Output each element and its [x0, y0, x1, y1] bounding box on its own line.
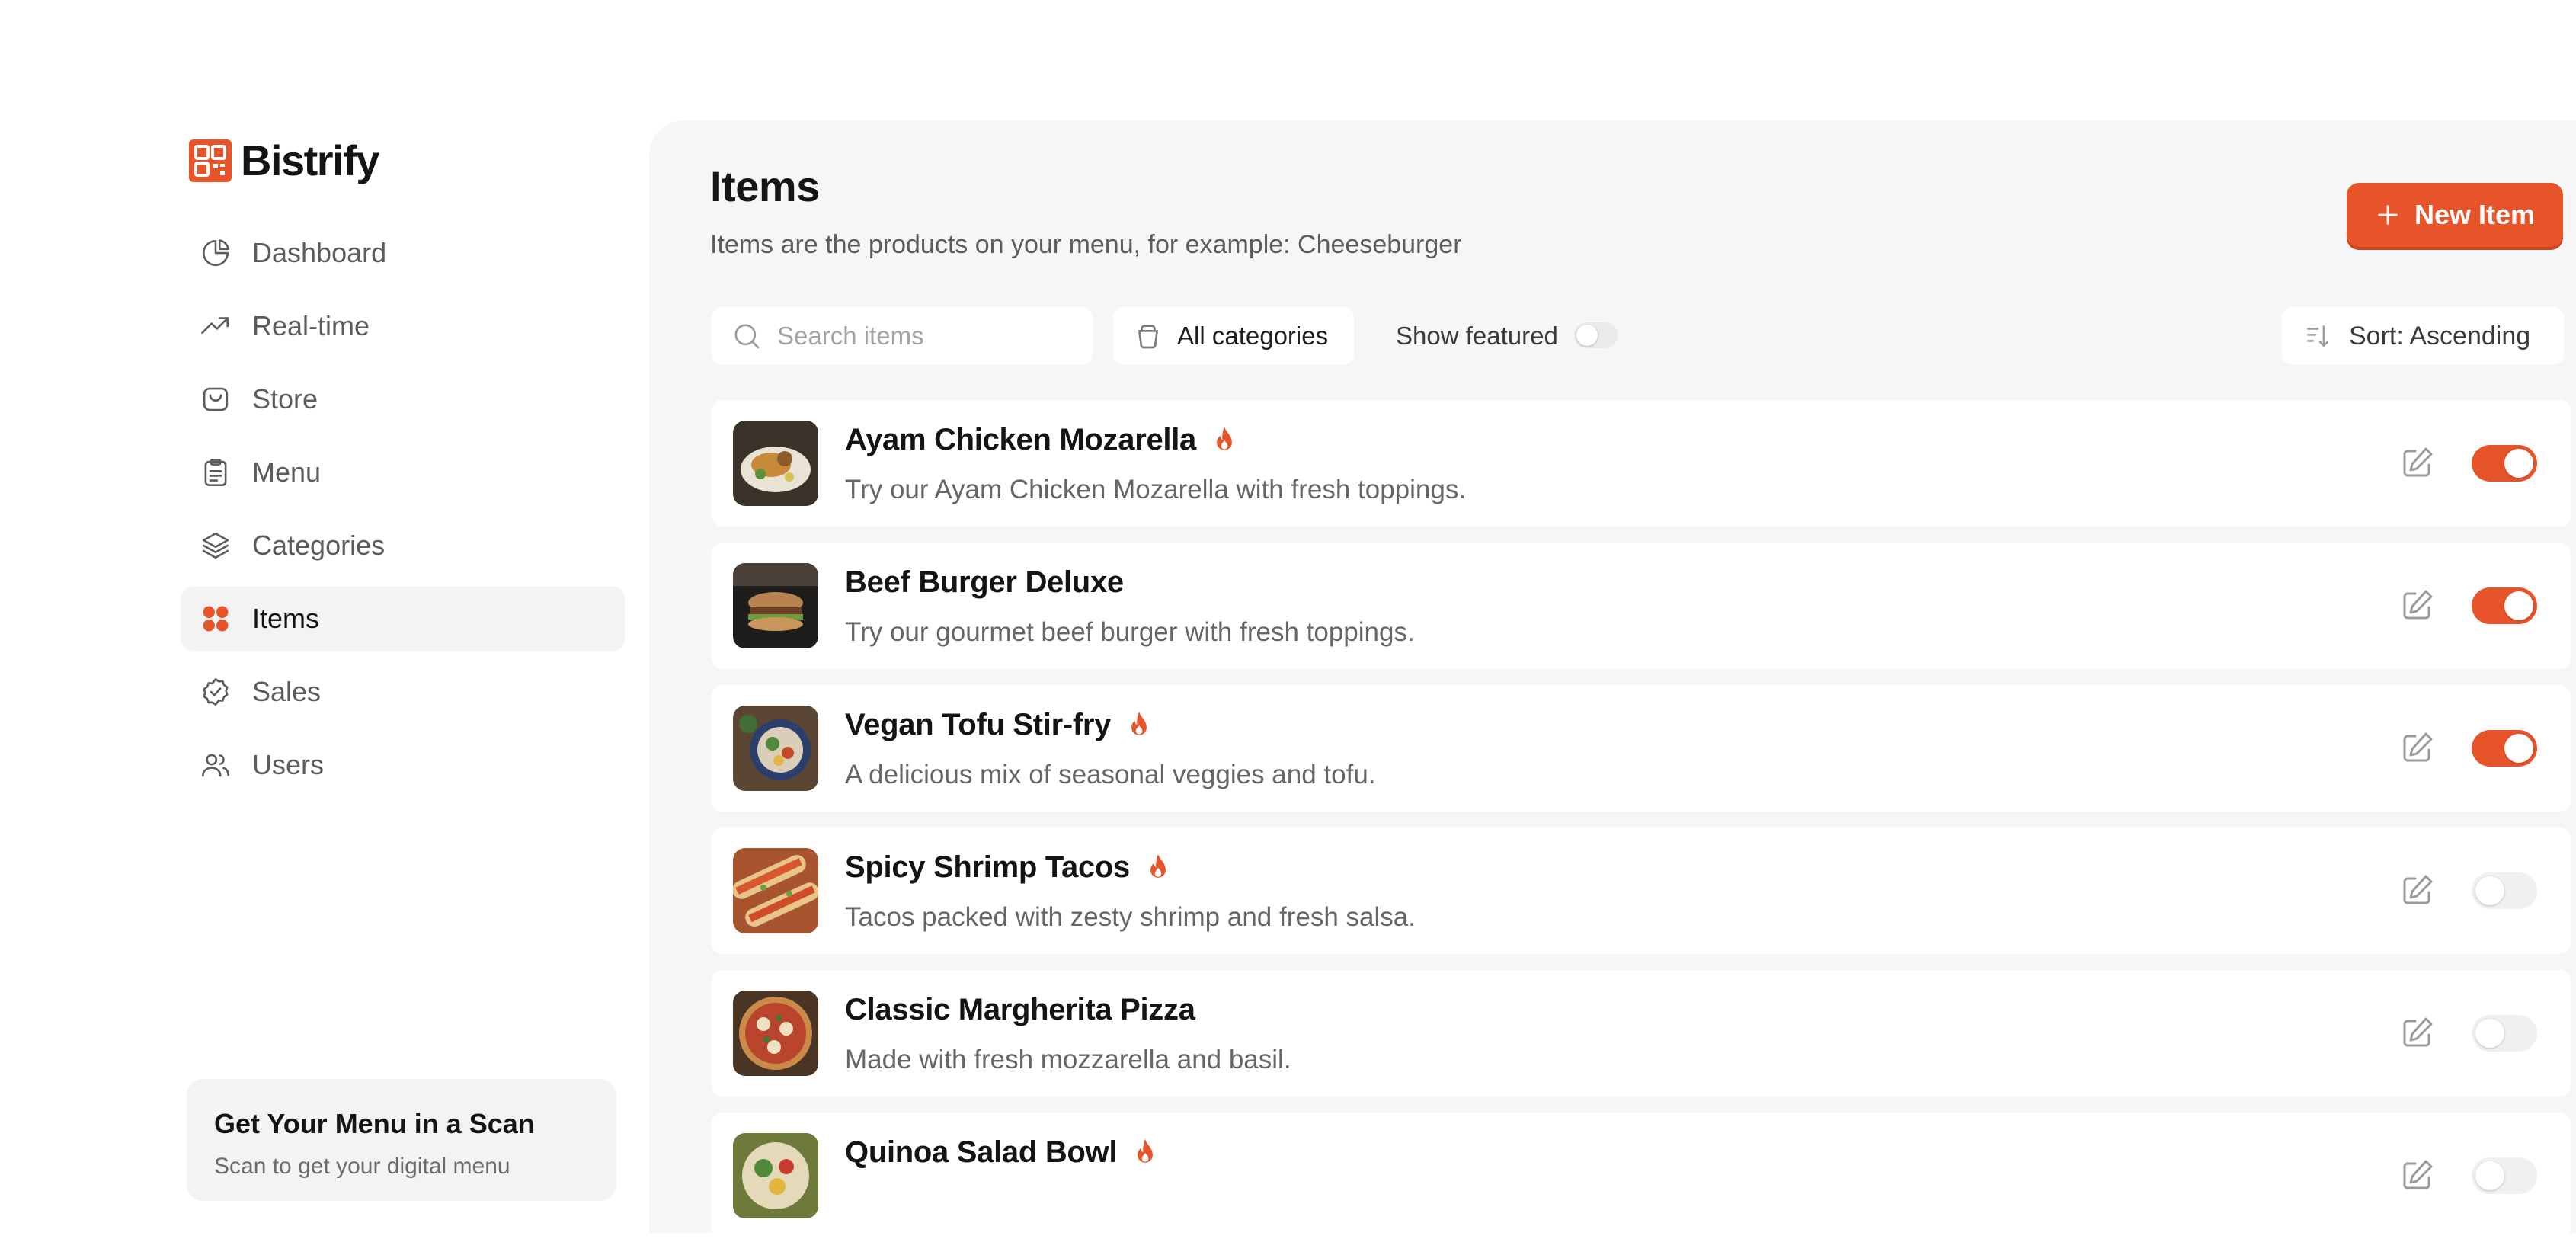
layers-icon: [199, 529, 232, 562]
promo-text: Scan to get your digital menu: [214, 1154, 510, 1179]
featured-flame-icon: [1132, 1138, 1158, 1168]
sidebar-item-items[interactable]: Items: [181, 587, 625, 651]
users-icon: [199, 748, 232, 782]
qr-logo-icon: [189, 139, 232, 182]
plus-icon: [2378, 205, 2398, 225]
item-description: Try our Ayam Chicken Mozarella with fres…: [845, 475, 1467, 504]
item-enabled-toggle[interactable]: [2472, 445, 2537, 482]
edit-icon: [2403, 1160, 2433, 1189]
edit-icon: [2403, 1017, 2433, 1047]
search-input[interactable]: [776, 321, 1083, 351]
featured-flame-icon: [1211, 425, 1237, 456]
item-name: Vegan Tofu Stir-fry: [845, 708, 1112, 741]
show-featured-toggle[interactable]: [1574, 322, 1618, 348]
item-description: A delicious mix of seasonal veggies and …: [845, 760, 1376, 789]
edit-button[interactable]: [2398, 730, 2435, 767]
sidebar-item-categories[interactable]: Categories: [181, 514, 625, 578]
sidebar-item-label: Dashboard: [252, 237, 387, 268]
promo-card[interactable]: Get Your Menu in a Scan Scan to get your…: [187, 1079, 616, 1201]
app-name: Bistrify: [241, 136, 379, 184]
item-row[interactable]: Quinoa Salad Bowl: [712, 1113, 2571, 1239]
toggle-knob: [2504, 591, 2533, 620]
sidebar-item-label: Items: [252, 603, 320, 634]
item-thumbnail: [733, 563, 818, 648]
item-row[interactable]: Beef Burger Deluxe Try our gourmet beef …: [712, 543, 2571, 669]
sidebar-item-realtime[interactable]: Real-time: [181, 294, 625, 358]
edit-button[interactable]: [2398, 1015, 2435, 1052]
bag-icon: [199, 383, 232, 416]
item-enabled-toggle[interactable]: [2472, 872, 2537, 909]
app-logo[interactable]: Bistrify: [189, 136, 379, 185]
item-thumbnail: [733, 848, 818, 933]
item-row[interactable]: Classic Margherita Pizza Made with fresh…: [712, 970, 2571, 1097]
edit-button[interactable]: [2398, 445, 2435, 482]
featured-flame-icon: [1145, 853, 1171, 883]
edit-button[interactable]: [2398, 1157, 2435, 1194]
item-thumbnail: [733, 1133, 818, 1218]
show-featured-label: Show featured: [1396, 322, 1558, 350]
edit-icon: [2403, 590, 2433, 620]
categories-label: All categories: [1177, 322, 1329, 350]
item-row[interactable]: Ayam Chicken Mozarella Try our Ayam Chic…: [712, 400, 2571, 527]
edit-icon: [2403, 447, 2433, 477]
item-description: Made with fresh mozzarella and basil.: [845, 1045, 1291, 1074]
categories-filter[interactable]: All categories: [1113, 307, 1354, 365]
item-thumbnail: [733, 991, 818, 1076]
sidebar-item-label: Menu: [252, 456, 322, 488]
item-row[interactable]: Vegan Tofu Stir-fry A delicious mix of s…: [712, 685, 2571, 812]
sidebar-item-label: Sales: [252, 676, 322, 707]
item-name: Beef Burger Deluxe: [845, 565, 1124, 599]
item-name: Ayam Chicken Mozarella: [845, 423, 1196, 456]
sort-label: Sort: Ascending: [2349, 321, 2531, 351]
item-row[interactable]: Spicy Shrimp Tacos Tacos packed with zes…: [712, 828, 2571, 954]
edit-icon: [2403, 732, 2433, 762]
page-subtitle: Items are the products on your menu, for…: [710, 230, 1462, 259]
item-enabled-toggle[interactable]: [2472, 1157, 2537, 1194]
item-thumbnail: [733, 421, 818, 506]
pie-chart-icon: [199, 236, 232, 270]
search-box[interactable]: [712, 307, 1093, 365]
item-thumbnail: [733, 706, 818, 791]
toggle-knob: [2475, 1161, 2504, 1190]
toggle-knob: [2475, 876, 2504, 905]
page-title: Items: [710, 162, 820, 210]
item-enabled-toggle[interactable]: [2472, 730, 2537, 767]
sidebar-item-menu[interactable]: Menu: [181, 440, 625, 504]
item-enabled-toggle[interactable]: [2472, 587, 2537, 624]
grid-icon: [199, 602, 232, 636]
clipboard-icon: [199, 456, 232, 489]
item-enabled-toggle[interactable]: [2472, 1015, 2537, 1052]
toggle-knob: [2475, 1019, 2504, 1048]
new-item-button[interactable]: New Item: [2347, 183, 2563, 247]
sidebar-item-label: Users: [252, 749, 325, 780]
edit-button[interactable]: [2398, 872, 2435, 909]
item-name: Classic Margherita Pizza: [845, 993, 1195, 1026]
sort-button[interactable]: Sort: Ascending: [2282, 307, 2564, 365]
trend-up-icon: [199, 309, 232, 343]
sidebar-item-users[interactable]: Users: [181, 733, 625, 797]
new-item-label: New Item: [2414, 199, 2536, 230]
sidebar-item-label: Real-time: [252, 310, 370, 341]
item-description: Tacos packed with zesty shrimp and fresh…: [845, 902, 1416, 932]
featured-flame-icon: [1126, 710, 1152, 741]
search-icon: [734, 324, 760, 349]
item-name: Spicy Shrimp Tacos: [845, 850, 1130, 884]
toggle-knob: [1576, 325, 1598, 346]
toggle-knob: [2504, 449, 2533, 478]
sidebar-item-dashboard[interactable]: Dashboard: [181, 221, 625, 285]
item-description: Try our gourmet beef burger with fresh t…: [845, 617, 1415, 647]
sidebar-item-sales[interactable]: Sales: [181, 660, 625, 724]
badge-check-icon: [199, 675, 232, 709]
sort-icon: [2307, 325, 2328, 347]
promo-title: Get Your Menu in a Scan: [214, 1108, 535, 1139]
edit-button[interactable]: [2398, 587, 2435, 624]
sidebar-item-label: Categories: [252, 530, 386, 561]
edit-icon: [2403, 875, 2433, 904]
sidebar-item-store[interactable]: Store: [181, 367, 625, 431]
sidebar-item-label: Store: [252, 383, 318, 415]
item-name: Quinoa Salad Bowl: [845, 1135, 1118, 1169]
bucket-icon: [1138, 325, 1158, 349]
toggle-knob: [2504, 734, 2533, 763]
